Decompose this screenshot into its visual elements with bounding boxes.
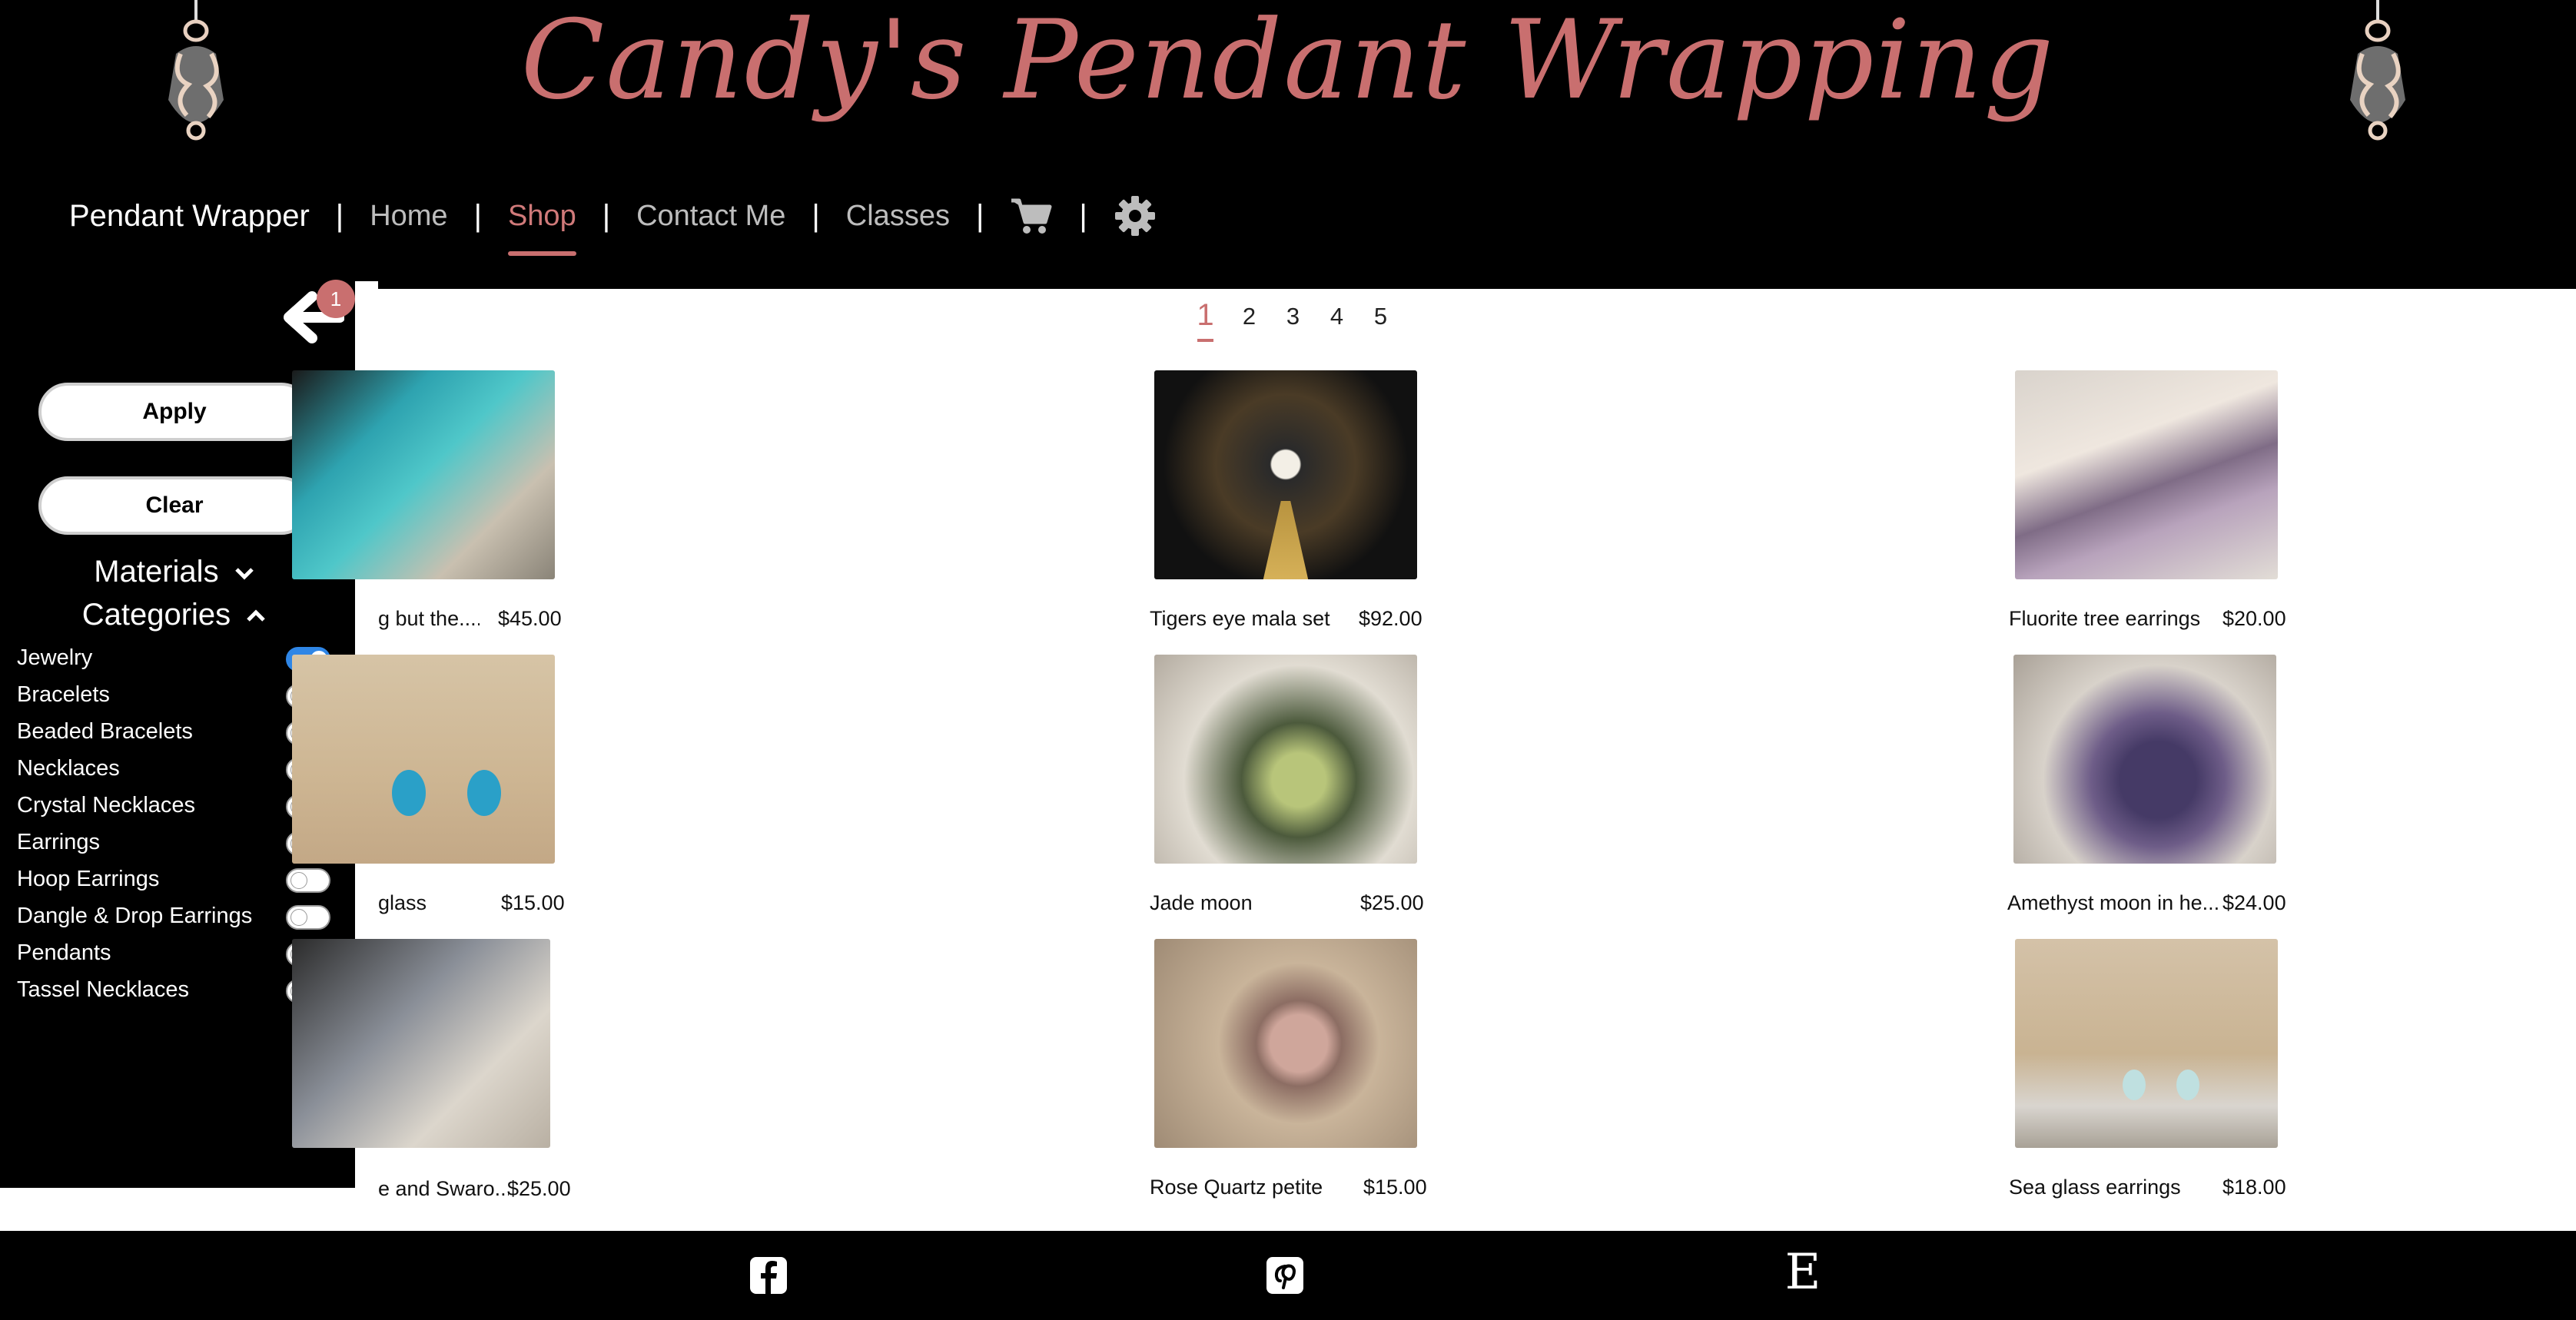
category-crystal-necklaces: Crystal Necklaces xyxy=(17,791,332,822)
product-name[interactable]: Jade moon xyxy=(1150,891,1303,915)
product-image[interactable] xyxy=(292,655,555,864)
category-label: Necklaces xyxy=(17,756,120,781)
category-label: Hoop Earrings xyxy=(17,867,160,891)
category-toggle[interactable] xyxy=(286,868,330,893)
category-earrings: Earrings xyxy=(17,828,332,859)
product-price: $18.00 xyxy=(2222,1176,2286,1199)
product-price: $25.00 xyxy=(507,1177,571,1200)
category-label: Jewelry xyxy=(17,645,93,670)
site-header: Candy's Pendant Wrapping Pendant Wrapper… xyxy=(0,0,2576,289)
facebook-icon[interactable] xyxy=(745,1252,792,1298)
product-price: $15.00 xyxy=(501,891,565,914)
product-price: $24.00 xyxy=(2222,891,2286,914)
page-2-link[interactable]: 2 xyxy=(1227,303,1271,333)
product-name[interactable]: Sea glass earrings xyxy=(2009,1176,2209,1199)
product-image[interactable] xyxy=(1154,939,1417,1148)
product-image[interactable] xyxy=(292,939,550,1148)
category-necklaces: Necklaces xyxy=(17,755,332,785)
nav-brand-link[interactable]: Pendant Wrapper xyxy=(69,199,310,234)
chevron-up-icon xyxy=(247,609,266,622)
nav-home[interactable]: Home xyxy=(370,200,447,233)
product-name[interactable]: Fluorite tree earrings xyxy=(2009,607,2216,631)
pagination: 1 2 3 4 5 xyxy=(1183,298,1403,342)
cart-icon[interactable] xyxy=(1010,194,1053,237)
product-image[interactable] xyxy=(1154,655,1417,864)
product-name[interactable]: Rose Quartz petite xyxy=(1150,1176,1349,1199)
category-bracelets: Bracelets xyxy=(17,681,332,711)
clear-button[interactable]: Clear xyxy=(38,476,310,535)
category-label: Dangle & Drop Earrings xyxy=(17,904,253,928)
product-price: $20.00 xyxy=(2222,607,2286,630)
category-jewelry: Jewelry xyxy=(17,644,332,675)
nav-separator: | xyxy=(473,198,482,233)
page-3-link[interactable]: 3 xyxy=(1271,303,1315,333)
nav-separator: | xyxy=(812,198,820,233)
category-label: Pendants xyxy=(17,940,111,965)
nav-separator: | xyxy=(335,198,344,233)
gear-icon[interactable] xyxy=(1114,194,1157,237)
product-image[interactable] xyxy=(2013,655,2276,864)
product-price: $45.00 xyxy=(498,607,562,630)
product-price: $92.00 xyxy=(1359,607,1422,630)
category-tassel-necklaces: Tassel Necklaces xyxy=(17,976,332,1007)
chevron-down-icon xyxy=(234,568,254,580)
categories-toggle[interactable]: Categories xyxy=(0,598,349,632)
category-label: Bracelets xyxy=(17,682,110,707)
category-dangle-drop-earrings: Dangle & Drop Earrings xyxy=(17,902,332,933)
pinterest-icon[interactable] xyxy=(1262,1252,1308,1298)
nav-shop[interactable]: Shop xyxy=(507,200,576,256)
page-4-link[interactable]: 4 xyxy=(1315,303,1359,333)
category-toggle[interactable] xyxy=(286,905,330,930)
category-label: Tassel Necklaces xyxy=(17,977,190,1002)
product-image[interactable] xyxy=(1154,370,1417,579)
nav-separator: | xyxy=(602,198,611,233)
product-image[interactable] xyxy=(2015,370,2278,579)
category-beaded-bracelets: Beaded Bracelets xyxy=(17,718,332,748)
category-hoop-earrings: Hoop Earrings xyxy=(17,865,332,896)
product-name[interactable]: Tigers eye mala set xyxy=(1150,607,1349,631)
site-footer: E xyxy=(0,1231,2576,1320)
etsy-icon[interactable]: E xyxy=(1780,1248,1826,1297)
category-label: Earrings xyxy=(17,830,100,854)
category-label: Crystal Necklaces xyxy=(17,793,196,818)
product-name[interactable]: Amethyst moon in he... xyxy=(2007,891,2219,915)
site-title: Candy's Pendant Wrapping xyxy=(520,0,2056,124)
page-1-link[interactable]: 1 xyxy=(1183,298,1227,342)
main-nav: Pendant Wrapper | Home | Shop | Contact … xyxy=(69,181,1157,256)
nav-contact[interactable]: Contact Me xyxy=(636,200,785,233)
nav-separator: | xyxy=(975,198,984,233)
product-name[interactable]: g but the.... xyxy=(378,607,480,631)
materials-label: Materials xyxy=(94,555,219,589)
product-image[interactable] xyxy=(292,370,555,579)
apply-button[interactable]: Apply xyxy=(38,383,310,441)
category-pendants: Pendants xyxy=(17,939,332,970)
product-name[interactable]: e and Swaro... xyxy=(378,1177,509,1201)
page-5-link[interactable]: 5 xyxy=(1359,303,1403,333)
product-price: $15.00 xyxy=(1363,1176,1427,1199)
product-image[interactable] xyxy=(2015,939,2278,1148)
product-name[interactable]: glass xyxy=(378,891,478,915)
nav-classes[interactable]: Classes xyxy=(846,200,950,233)
category-label: Beaded Bracelets xyxy=(17,719,193,744)
categories-label: Categories xyxy=(81,598,231,632)
nav-separator: | xyxy=(1079,198,1087,233)
product-price: $25.00 xyxy=(1360,891,1424,914)
filter-count-badge: 1 xyxy=(317,280,355,318)
